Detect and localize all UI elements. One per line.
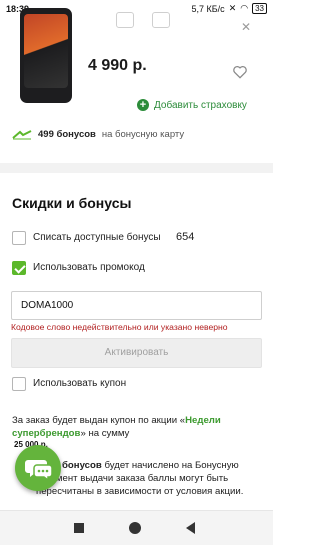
- coupon-text-before: За заказ будет выдан купон по акции «: [12, 415, 186, 426]
- recent-apps-icon[interactable]: [74, 523, 84, 533]
- mute-icon: ✕: [228, 3, 237, 13]
- activate-button[interactable]: Активировать: [11, 338, 262, 368]
- net-speed: 5,7 КБ/с: [191, 3, 225, 14]
- use-promo-label[interactable]: Использовать промокод: [33, 262, 145, 273]
- product-image[interactable]: [20, 8, 72, 103]
- home-icon[interactable]: [129, 522, 141, 534]
- system-nav-bar: [0, 510, 273, 545]
- promo-code-input[interactable]: [11, 291, 262, 320]
- coupon-text-after: » на сумму: [80, 428, 130, 439]
- add-insurance-label: Добавить страховку: [154, 99, 247, 111]
- back-icon[interactable]: [186, 522, 195, 534]
- section-divider: [0, 163, 273, 173]
- chat-button[interactable]: [15, 445, 61, 491]
- promo-error-message: Кодовое слово недействительно или указан…: [11, 322, 228, 332]
- chat-icon: [25, 460, 53, 482]
- wifi-icon: ◠: [240, 3, 249, 13]
- product-price: 4 990 р.: [88, 57, 147, 74]
- spend-bonuses-checkbox[interactable]: [12, 231, 26, 245]
- quantity-decrease-button[interactable]: [116, 12, 134, 28]
- heart-outline-icon[interactable]: [232, 65, 248, 79]
- spend-bonuses-label[interactable]: Списать доступные бонусы: [33, 232, 161, 243]
- use-promo-checkbox[interactable]: [12, 261, 26, 275]
- bonus-earn-line: 499 бонусов на бонусную карту: [12, 129, 184, 140]
- coupon-info-text: За заказ будет выдан купон по акции «Нед…: [12, 414, 262, 440]
- available-bonuses: 654: [176, 231, 195, 243]
- bonus-accrual-text2: ...момент выдачи заказа баллы могут быть…: [36, 473, 244, 497]
- status-icons: 5,7 КБ/с ✕ ◠ 33: [192, 3, 267, 14]
- bonus-accrual-info: бонусов будет начислено на Бонусную ...м…: [34, 459, 264, 498]
- quantity-increase-button[interactable]: [152, 12, 170, 28]
- bonus-earn-tail: на бонусную карту: [101, 129, 185, 140]
- bonus-accrual-bold: бонусов: [62, 460, 102, 471]
- battery-icon: 33: [252, 3, 267, 14]
- cart-product-item: ✕ 4 990 р. + Добавить страховку: [0, 8, 273, 120]
- add-insurance-button[interactable]: + Добавить страховку: [137, 99, 247, 111]
- close-icon[interactable]: ✕: [241, 20, 251, 34]
- use-coupon-checkbox[interactable]: [12, 377, 26, 391]
- bonus-accrual-text1: будет начислено на Бонусную: [104, 460, 239, 471]
- section-title: Скидки и бонусы: [12, 195, 132, 211]
- bonus-card-icon: [12, 129, 32, 139]
- bonus-earn-amount: 499 бонусов: [38, 129, 96, 140]
- use-coupon-label[interactable]: Использовать купон: [33, 378, 126, 389]
- plus-circle-icon: +: [137, 99, 149, 111]
